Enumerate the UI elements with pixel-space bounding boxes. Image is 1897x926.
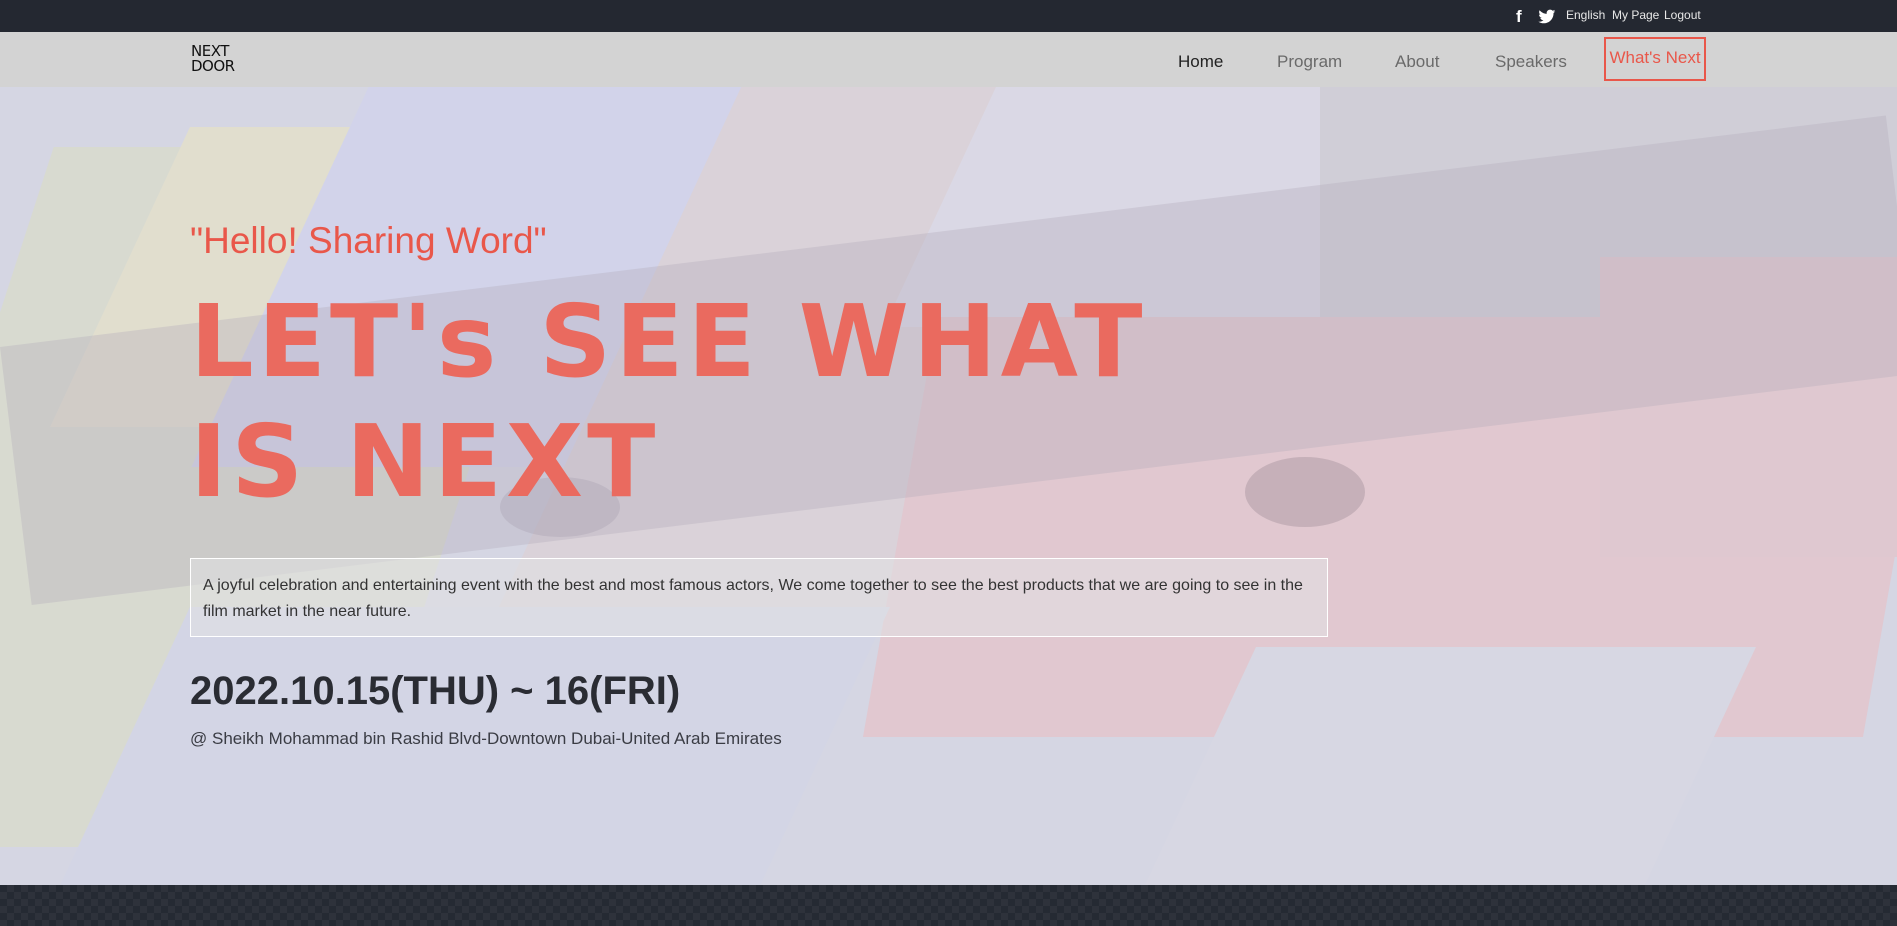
nav-whats-next-button[interactable]: What's Next (1604, 37, 1706, 81)
event-location: @ Sheikh Mohammad bin Rashid Blvd-Downto… (190, 729, 782, 748)
top-utility-bar: f English My Page Logout (0, 0, 1897, 32)
nav-home[interactable]: Home (1178, 52, 1223, 72)
hero-headline: LET's SEE WHAT IS NEXT (190, 283, 1147, 520)
footer-strip (0, 885, 1897, 926)
nav-speakers[interactable]: Speakers (1495, 52, 1567, 72)
language-link[interactable]: English (1566, 8, 1605, 22)
facebook-icon[interactable]: f (1516, 8, 1526, 26)
logout-link[interactable]: Logout (1664, 8, 1701, 22)
hero-section: "Hello! Sharing Word" LET's SEE WHAT IS … (0, 87, 1897, 885)
my-page-link[interactable]: My Page (1612, 8, 1659, 22)
twitter-icon[interactable] (1538, 9, 1556, 25)
hero-description: A joyful celebration and entertaining ev… (190, 558, 1328, 637)
nav-about[interactable]: About (1395, 52, 1439, 72)
main-navbar: NEXT DOOR Home Program About Speakers Wh… (0, 32, 1897, 87)
logo[interactable]: NEXT DOOR (191, 44, 251, 76)
hero-quote: "Hello! Sharing Word" (190, 220, 547, 261)
nav-program[interactable]: Program (1277, 52, 1342, 72)
event-date: 2022.10.15(THU) ~ 16(FRI) (190, 669, 681, 713)
logo-line-2: DOOR (191, 57, 235, 75)
